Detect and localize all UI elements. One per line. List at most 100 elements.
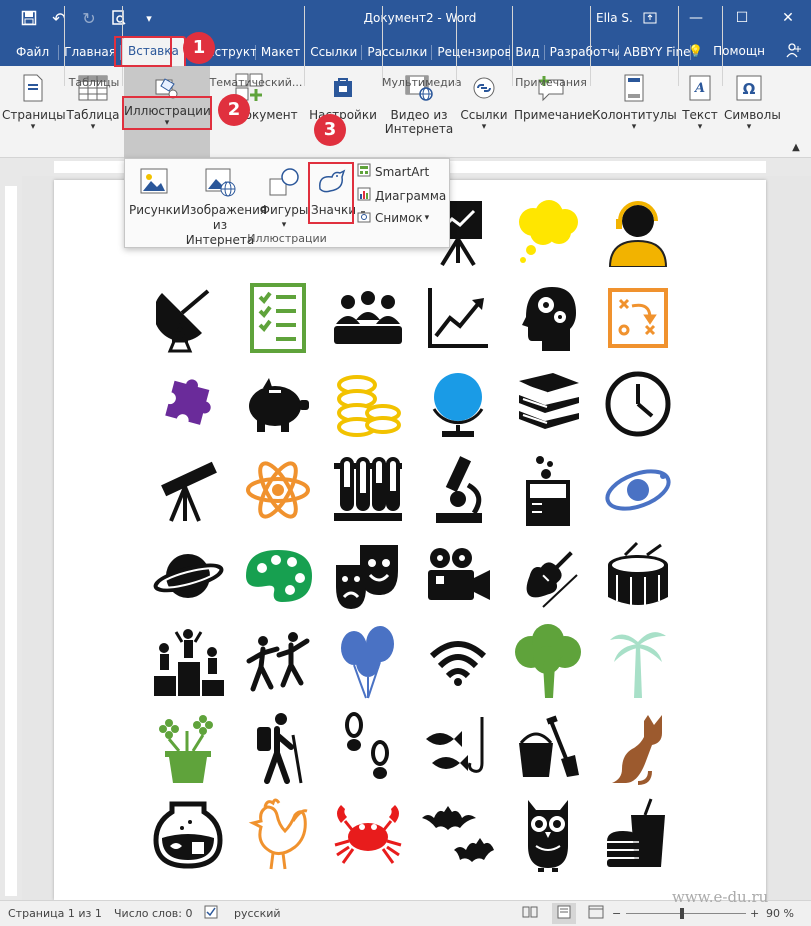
thought-bubble-icon[interactable] xyxy=(510,194,586,270)
tree-icon[interactable] xyxy=(510,624,586,700)
microscope-icon[interactable] xyxy=(420,452,496,528)
save-icon[interactable] xyxy=(14,3,44,33)
coins-icon[interactable] xyxy=(330,366,406,442)
smartart-button[interactable]: SmartArt xyxy=(357,163,429,180)
dancing-icon[interactable] xyxy=(240,624,316,700)
balloons-icon[interactable] xyxy=(330,624,406,700)
minimize-icon[interactable]: — xyxy=(673,0,719,36)
checklist-icon[interactable] xyxy=(240,280,316,356)
chart-button[interactable]: Диаграмма xyxy=(357,187,446,204)
atom-icon[interactable] xyxy=(240,452,316,528)
drum-icon[interactable] xyxy=(600,538,676,614)
tab-review[interactable]: Рецензиров xyxy=(432,38,511,66)
puzzle-icon[interactable] xyxy=(150,366,226,442)
customize-qat-icon[interactable]: ▾ xyxy=(134,3,164,33)
share-icon[interactable] xyxy=(785,42,801,61)
web-layout-icon[interactable] xyxy=(588,905,604,922)
icons-grid xyxy=(150,194,690,884)
print-preview-icon[interactable] xyxy=(104,3,134,33)
picture-icon xyxy=(129,167,179,199)
vertical-ruler[interactable] xyxy=(0,176,22,900)
support-agent-icon[interactable] xyxy=(600,194,676,270)
header-footer-button[interactable]: Колонтитулы ▾ xyxy=(592,72,677,132)
pictures-button[interactable]: Рисунки xyxy=(129,167,181,218)
strategy-board-icon[interactable] xyxy=(600,280,676,356)
galaxy-icon[interactable] xyxy=(600,452,676,528)
tab-abbyy[interactable]: ABBYY Fine xyxy=(619,38,691,66)
footprints-icon[interactable] xyxy=(330,710,406,786)
callout-3: 3 xyxy=(314,114,346,146)
proofing-icon[interactable] xyxy=(204,905,218,922)
brain-gears-icon[interactable] xyxy=(510,280,586,356)
telescope-icon[interactable] xyxy=(150,452,226,528)
rooster-icon[interactable] xyxy=(240,796,316,872)
header-footer-icon xyxy=(618,72,650,104)
camera-icon xyxy=(357,209,371,226)
collapse-ribbon-icon[interactable]: ▲ xyxy=(786,142,806,153)
callout-1: 1 xyxy=(183,32,215,64)
shapes-button[interactable]: Фигуры ▾ xyxy=(259,167,309,233)
link-icon xyxy=(468,72,500,104)
wifi-icon[interactable] xyxy=(420,624,496,700)
links-button[interactable]: Ссылки ▾ xyxy=(458,72,510,132)
pages-button[interactable]: Страницы ▾ xyxy=(2,72,66,132)
tab-mailings[interactable]: Рассылки xyxy=(362,38,433,66)
svg-text:Ω: Ω xyxy=(743,80,756,98)
maximize-icon[interactable]: ☐ xyxy=(719,0,765,36)
fishing-icon[interactable] xyxy=(420,710,496,786)
tab-file[interactable]: Файл xyxy=(12,38,60,66)
sand-bucket-icon[interactable] xyxy=(510,710,586,786)
flower-pot-icon[interactable] xyxy=(150,710,226,786)
meeting-icon[interactable] xyxy=(330,280,406,356)
omega-icon: Ω xyxy=(733,72,765,104)
books-icon[interactable] xyxy=(510,366,586,442)
palm-tree-icon[interactable] xyxy=(600,624,676,700)
globe-icon[interactable] xyxy=(420,366,496,442)
owl-icon[interactable] xyxy=(510,796,586,872)
zoom-out-icon[interactable]: − xyxy=(612,907,621,920)
zoom-in-icon[interactable]: + xyxy=(750,907,759,920)
cat-icon[interactable] xyxy=(600,710,676,786)
tab-view[interactable]: Вид xyxy=(510,38,546,66)
violin-icon[interactable] xyxy=(510,538,586,614)
zoom-level[interactable]: 90 % xyxy=(766,907,794,920)
beaker-icon[interactable] xyxy=(510,452,586,528)
tell-me-input[interactable]: Помощн xyxy=(713,44,765,58)
fishbowl-icon[interactable] xyxy=(150,796,226,872)
tab-layout[interactable]: Макет xyxy=(256,38,306,66)
bats-icon[interactable] xyxy=(420,796,496,872)
planet-icon[interactable] xyxy=(150,538,226,614)
symbols-button[interactable]: Ω Символы ▾ xyxy=(724,72,781,132)
chart-icon xyxy=(357,187,371,204)
page-count[interactable]: Страница 1 из 1 xyxy=(8,907,102,920)
tab-developer[interactable]: Разработчи xyxy=(545,38,619,66)
redo-icon[interactable]: ↻ xyxy=(74,3,104,33)
callout-2: 2 xyxy=(218,94,250,126)
ribbon-display-icon[interactable] xyxy=(627,0,673,36)
paint-palette-icon[interactable] xyxy=(240,538,316,614)
clock-icon[interactable] xyxy=(600,366,676,442)
quick-access-toolbar: ↶ ↻ ▾ xyxy=(0,0,164,36)
read-mode-icon[interactable] xyxy=(522,905,538,922)
tab-home[interactable]: Главная xyxy=(59,38,121,66)
fast-food-icon[interactable] xyxy=(600,796,676,872)
zoom-slider-thumb[interactable] xyxy=(680,908,684,919)
crab-icon[interactable] xyxy=(330,796,406,872)
undo-icon[interactable]: ↶ xyxy=(44,3,74,33)
theater-masks-icon[interactable] xyxy=(330,538,406,614)
tab-references[interactable]: Ссылки xyxy=(305,38,363,66)
test-tubes-icon[interactable] xyxy=(330,452,406,528)
film-camera-icon[interactable] xyxy=(420,538,496,614)
text-button[interactable]: A Текст ▾ xyxy=(680,72,720,132)
satellite-dish-icon[interactable] xyxy=(150,280,226,356)
hiker-icon[interactable] xyxy=(240,710,316,786)
word-count[interactable]: Число слов: 0 xyxy=(114,907,193,920)
print-layout-icon[interactable] xyxy=(552,903,576,924)
language-indicator[interactable]: русский xyxy=(234,907,281,920)
close-icon[interactable]: ✕ xyxy=(765,0,811,36)
zoom-slider[interactable] xyxy=(626,913,746,914)
piggy-bank-icon[interactable] xyxy=(240,366,316,442)
podium-icon[interactable] xyxy=(150,624,226,700)
screenshot-button[interactable]: Снимок ▾ xyxy=(357,209,429,226)
growth-chart-icon[interactable] xyxy=(420,280,496,356)
